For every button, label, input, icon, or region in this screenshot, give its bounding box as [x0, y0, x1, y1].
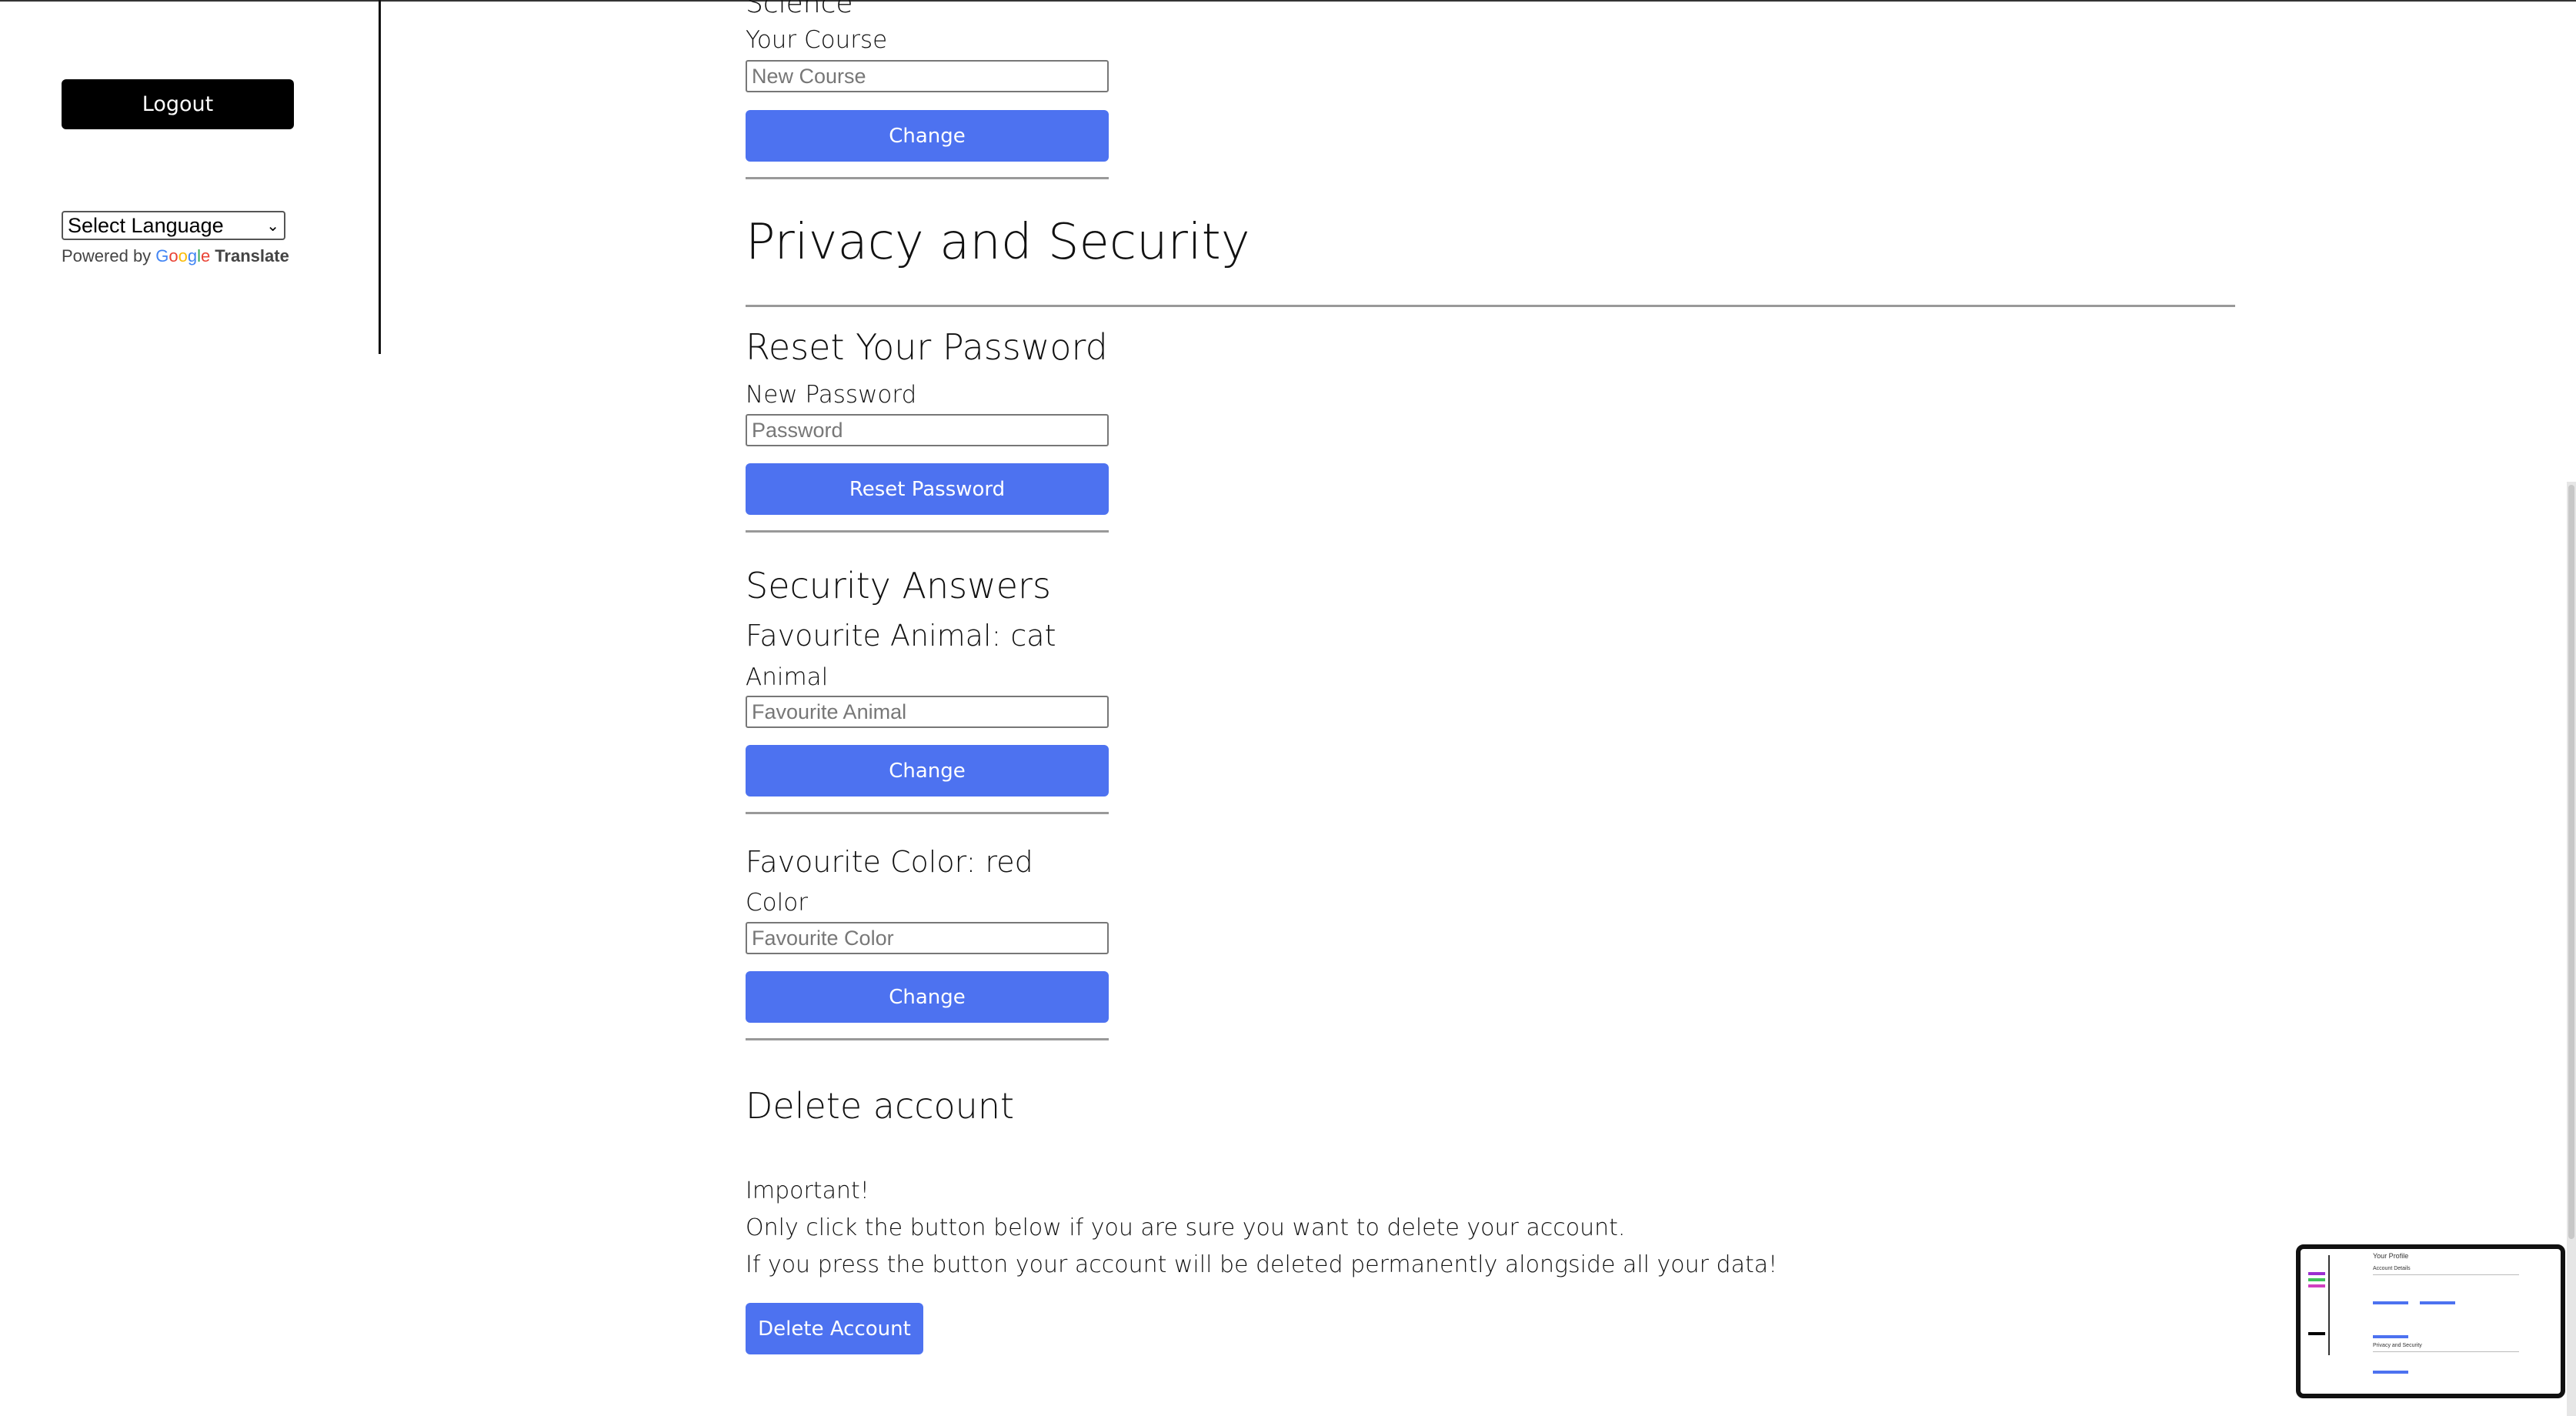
powered-by-text: Powered by [62, 246, 152, 266]
favourite-animal-current: Favourite Animal: cat [746, 619, 1056, 653]
preview-divider [2373, 1351, 2519, 1352]
favourite-color-current: Favourite Color: red [746, 845, 1033, 879]
divider [746, 530, 1109, 533]
animal-label: Animal [746, 663, 829, 691]
course-value: Science [746, 0, 853, 19]
favourite-color-input[interactable]: Favourite Color [746, 922, 1109, 954]
delete-warning-line2: If you press the button your account wil… [746, 1251, 1778, 1278]
preview-section: Privacy and Security [2373, 1343, 2422, 1348]
delete-account-title: Delete account [746, 1085, 1015, 1127]
course-label: Your Course [746, 26, 888, 54]
new-password-label: New Password [746, 381, 917, 409]
reset-password-button[interactable]: Reset Password [746, 463, 1109, 515]
privacy-security-title: Privacy and Security [746, 214, 1250, 271]
divider [746, 812, 1109, 814]
important-text: Important! [746, 1177, 869, 1204]
preview-button [2373, 1371, 2408, 1374]
section-divider [746, 305, 2235, 307]
preview-logout [2308, 1332, 2325, 1335]
page-preview-thumbnail[interactable]: Your Profile Account Details Privacy and… [2296, 1244, 2565, 1398]
translate-text: Translate [215, 246, 289, 266]
reset-password-title: Reset Your Password [746, 326, 1108, 368]
top-border [0, 0, 2576, 2]
sidebar-divider [379, 0, 381, 354]
color-label: Color [746, 889, 808, 917]
preview-nav-item [2308, 1278, 2325, 1281]
preview-button [2373, 1301, 2408, 1304]
favourite-animal-input[interactable]: Favourite Animal [746, 696, 1109, 728]
security-answers-title: Security Answers [746, 565, 1051, 606]
preview-divider [2373, 1274, 2519, 1275]
preview-nav-item [2308, 1272, 2325, 1275]
password-input[interactable]: Password [746, 414, 1109, 446]
preview-nav-item [2308, 1284, 2325, 1287]
preview-sidebar-divider [2328, 1255, 2330, 1355]
logout-button[interactable]: Logout [62, 79, 294, 129]
change-color-button[interactable]: Change [746, 971, 1109, 1023]
powered-by-google-translate: Powered by Google Translate [62, 246, 289, 266]
language-select[interactable]: Select Language ⌄ [62, 211, 285, 240]
language-select-value: Select Language [68, 213, 224, 237]
google-logo[interactable]: Google [155, 246, 210, 266]
preview-button [2420, 1301, 2455, 1304]
delete-account-button[interactable]: Delete Account [746, 1303, 923, 1354]
divider [746, 1038, 1109, 1040]
delete-warning-line1: Only click the button below if you are s… [746, 1214, 1626, 1241]
chevron-down-icon: ⌄ [266, 217, 279, 235]
divider [746, 177, 1109, 179]
preview-title: Your Profile [2373, 1252, 2409, 1260]
scrollbar-thumb[interactable] [2568, 485, 2574, 1239]
change-animal-button[interactable]: Change [746, 745, 1109, 796]
preview-subtitle: Account Details [2373, 1266, 2411, 1271]
preview-button [2373, 1335, 2408, 1338]
change-course-button[interactable]: Change [746, 110, 1109, 162]
course-input[interactable]: New Course [746, 60, 1109, 92]
